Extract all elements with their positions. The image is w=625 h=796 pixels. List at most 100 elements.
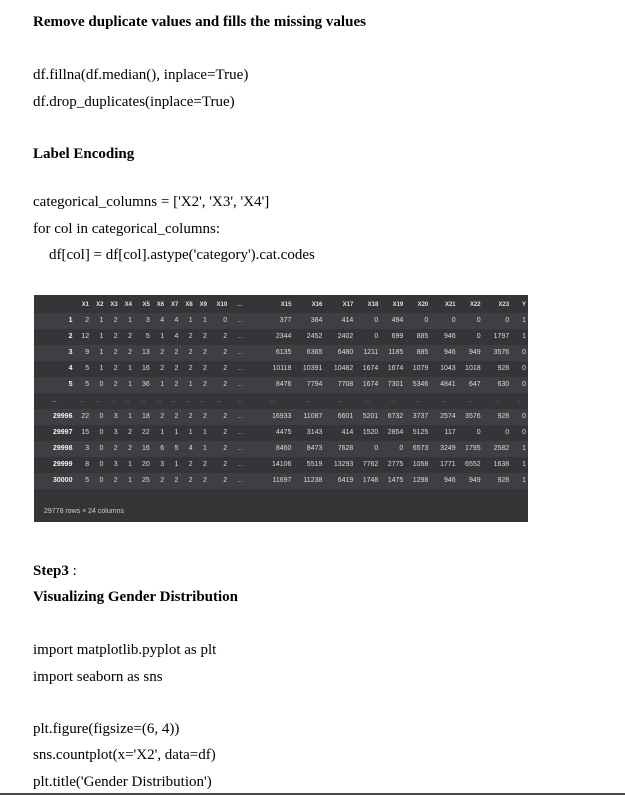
- step3-number: Step3: [33, 563, 69, 579]
- table-cell: 7794: [293, 377, 325, 393]
- table-cell: 928: [482, 409, 512, 425]
- table-cell: ...: [229, 441, 251, 457]
- table-cell: 2: [128, 333, 132, 340]
- table-cell: 0: [91, 409, 106, 425]
- table-cell: 0: [208, 313, 230, 329]
- table-cell: 4841: [430, 377, 458, 393]
- table-cell: ...: [140, 398, 146, 404]
- table-cell: 6419: [324, 473, 356, 489]
- table-cell: 2: [74, 313, 92, 329]
- table-cell: 10482: [333, 365, 354, 372]
- row-index: 4: [68, 365, 73, 372]
- table-cell: 12: [81, 333, 90, 340]
- table-cell: 1748: [355, 473, 381, 489]
- table-cell: 2: [223, 429, 228, 436]
- table-cell: 6732: [380, 409, 406, 425]
- column-header: X2: [96, 302, 104, 308]
- table-cell: ...: [229, 473, 251, 489]
- column-header: X16: [311, 302, 323, 308]
- code-line-drop-duplicates: df.drop_duplicates(inplace=True): [33, 94, 235, 110]
- table-cell: 2: [105, 377, 120, 393]
- table-cell: ...: [110, 398, 116, 404]
- table-cell: 1: [194, 313, 209, 329]
- table-cell: ...: [80, 398, 86, 404]
- table-cell: 1: [522, 333, 526, 340]
- table-cell: 647: [457, 377, 483, 393]
- table-cell: 13: [133, 345, 152, 361]
- column-header: X7: [171, 302, 179, 308]
- table-cell: 1795: [457, 441, 483, 457]
- table-row: 3 9 1 2 2 13 2 2 2 2 2... 6135 6365 6480 1211 1185 885 94…: [34, 345, 528, 361]
- table-row: 1 2 1 2 1 3 4 4 1 1 0... 377 384 414 0 494 0 0 0 0 1: [34, 313, 528, 329]
- column-header: X18: [367, 302, 379, 308]
- table-cell: 2344: [275, 333, 292, 340]
- table-cell: 5201: [355, 409, 381, 425]
- table-cell: 2: [208, 409, 230, 425]
- table-cell: 1674: [387, 365, 404, 372]
- table-cell: 2: [151, 473, 167, 489]
- table-cell: 16: [142, 365, 150, 372]
- table-cell: 1: [180, 313, 195, 329]
- table-cell: 15: [81, 429, 90, 436]
- table-cell: 414: [341, 429, 354, 436]
- column-header: X6: [156, 302, 165, 308]
- table-cell: 6135: [250, 345, 294, 361]
- table-cell: ...: [306, 398, 312, 404]
- dataframe-table: X1 X2 X3 X4 X5 X6 X7 X8 X9 X10... X15 X16 X17 X18 X19 X…: [34, 297, 528, 489]
- table-cell: 6601: [324, 409, 356, 425]
- table-cell: 16933: [250, 409, 294, 425]
- table-cell: 0: [91, 473, 106, 489]
- table-cell: 0: [380, 441, 406, 457]
- table-cell: 2: [180, 409, 195, 425]
- table-cell: 2: [203, 365, 207, 372]
- table-row: 2 12 1 2 2 5 1 4 2 2 2... 2344 2452 2402 0 699 885 946 0 17…: [34, 329, 528, 345]
- table-cell: ...: [229, 409, 251, 425]
- table-cell: 2: [113, 365, 118, 372]
- table-cell: 25: [133, 473, 152, 489]
- table-cell: 6365: [293, 345, 325, 361]
- table-cell: 11087: [293, 409, 325, 425]
- table-cell: 885: [405, 345, 431, 361]
- table-cell: 3: [113, 461, 118, 468]
- table-cell: 2402: [337, 333, 354, 340]
- table-cell: 1475: [380, 473, 406, 489]
- table-cell: ...: [467, 398, 473, 404]
- table-cell: 3737: [405, 409, 431, 425]
- code-line-import-seaborn: import seaborn as sns: [33, 669, 163, 685]
- row-index: 29996: [34, 409, 75, 425]
- code-line-import-matplotlib: import matplotlib.pyplot as plt: [33, 642, 217, 658]
- table-cell: 7301: [380, 377, 406, 393]
- table-cell: 2: [194, 473, 209, 489]
- table-cell: 2: [180, 473, 195, 489]
- table-row: 29996 22 0 3 1 18 2 2 2 2 2... 16933 11087 6601 5201 67…: [34, 409, 528, 425]
- column-header: X8: [185, 302, 193, 308]
- table-cell: 1: [174, 429, 179, 436]
- table-cell: ...: [236, 429, 243, 436]
- table-cell: 1298: [405, 473, 431, 489]
- table-cell: 6480: [324, 345, 356, 361]
- table-cell: 2: [223, 461, 228, 468]
- column-header: X19: [392, 302, 404, 308]
- table-cell: 1: [119, 313, 134, 329]
- table-cell: 946: [430, 473, 458, 489]
- table-cell: 0: [457, 313, 483, 329]
- table-cell: 1079: [412, 365, 429, 372]
- table-cell: 3143: [306, 429, 323, 436]
- table-cell: ...: [216, 398, 222, 404]
- table-row: 29997 15 0 3 2 22 1 1 1 1 2... 4475 3143 414 1520 2854 5…: [34, 425, 528, 441]
- table-cell: 946: [430, 345, 458, 361]
- table-cell: 2: [223, 333, 228, 340]
- heading-remove-duplicates: Remove duplicate values and fills the mi…: [33, 14, 366, 30]
- code-line-countplot: sns.countplot(x='X2', data=df): [33, 747, 216, 763]
- table-cell: 2: [151, 409, 167, 425]
- row-index: 3: [34, 345, 75, 361]
- table-cell: 3: [133, 313, 152, 329]
- code-line-categorical-columns: categorical_columns = ['X2', 'X3', 'X4']: [33, 194, 270, 210]
- column-header: X5: [142, 302, 150, 308]
- table-cell: 1771: [440, 461, 456, 468]
- table-cell: 2574: [430, 409, 458, 425]
- table-cell: 1: [180, 377, 195, 393]
- table-cell: 4: [180, 441, 195, 457]
- table-cell: 1638: [493, 461, 510, 468]
- table-cell: 0: [505, 429, 510, 436]
